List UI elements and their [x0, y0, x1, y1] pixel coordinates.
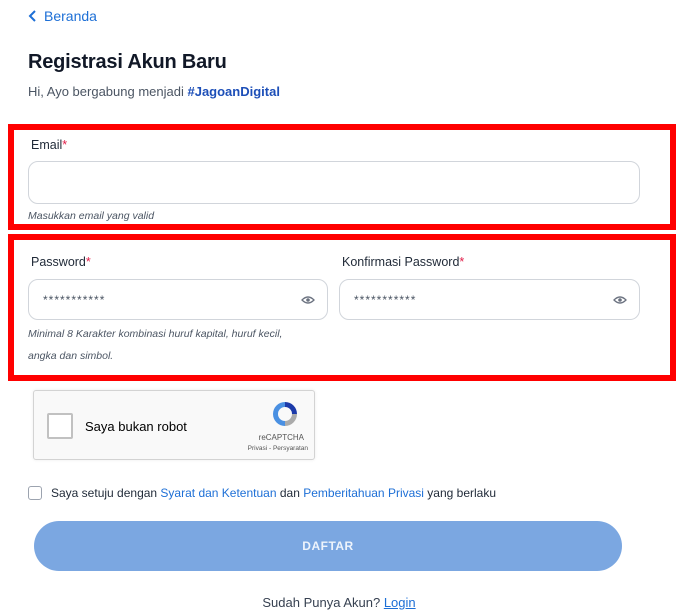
email-label-text: Email — [31, 138, 63, 152]
confirm-password-field[interactable] — [340, 280, 639, 319]
back-link[interactable]: Beranda — [28, 8, 97, 24]
recaptcha-checkbox[interactable] — [47, 413, 73, 439]
email-label: Email* — [31, 138, 67, 152]
confirm-password-label-text: Konfirmasi Password — [342, 255, 460, 269]
recaptcha-brand: reCAPTCHA — [258, 433, 304, 442]
password-hint-line1: Minimal 8 Karakter kombinasi huruf kapit… — [28, 328, 283, 340]
page-subtitle: Hi, Ayo bergabung menjadi #JagoanDigital — [28, 84, 280, 99]
required-mark: * — [459, 255, 465, 269]
subtitle-text: Hi, Ayo bergabung menjadi — [28, 84, 188, 99]
register-button[interactable]: DAFTAR — [34, 521, 622, 571]
password-field[interactable] — [29, 280, 327, 319]
privacy-link[interactable]: Pemberitahuan Privasi — [303, 486, 424, 500]
subtitle-hashtag: #JagoanDigital — [187, 84, 280, 99]
agreement-middle: dan — [276, 486, 304, 500]
email-field-wrapper — [28, 161, 640, 204]
password-label-text: Password — [31, 255, 86, 269]
required-mark: * — [62, 138, 68, 152]
recaptcha-label: Saya bukan robot — [85, 419, 187, 434]
terms-link[interactable]: Syarat dan Ketentuan — [160, 486, 276, 500]
eye-icon[interactable] — [301, 295, 315, 305]
login-prompt: Sudah Punya Akun? Login — [0, 595, 678, 610]
recaptcha-terms[interactable]: Privasi - Persyaratan — [218, 445, 308, 452]
confirm-password-field-wrapper — [339, 279, 640, 320]
password-label: Password* — [31, 255, 91, 269]
eye-icon[interactable] — [613, 295, 627, 305]
back-link-label: Beranda — [44, 8, 97, 24]
agreement-row: Saya setuju dengan Syarat dan Ketentuan … — [28, 486, 496, 500]
required-mark: * — [85, 255, 91, 269]
email-field[interactable] — [29, 162, 639, 203]
agreement-checkbox[interactable] — [28, 486, 42, 500]
page-title: Registrasi Akun Baru — [28, 51, 227, 73]
password-hint-line2: angka dan simbol. — [28, 350, 114, 362]
agreement-suffix: yang berlaku — [423, 486, 496, 500]
recaptcha-widget: Saya bukan robot reCAPTCHA Privasi - Per… — [33, 390, 315, 460]
email-hint: Masukkan email yang valid — [28, 210, 155, 222]
login-prompt-text: Sudah Punya Akun? — [262, 595, 384, 610]
confirm-password-label: Konfirmasi Password* — [342, 255, 464, 269]
agreement-prefix: Saya setuju dengan — [51, 486, 161, 500]
login-link[interactable]: Login — [384, 595, 416, 610]
password-field-wrapper — [28, 279, 328, 320]
chevron-left-icon — [28, 10, 36, 22]
recaptcha-logo-icon — [273, 402, 297, 426]
